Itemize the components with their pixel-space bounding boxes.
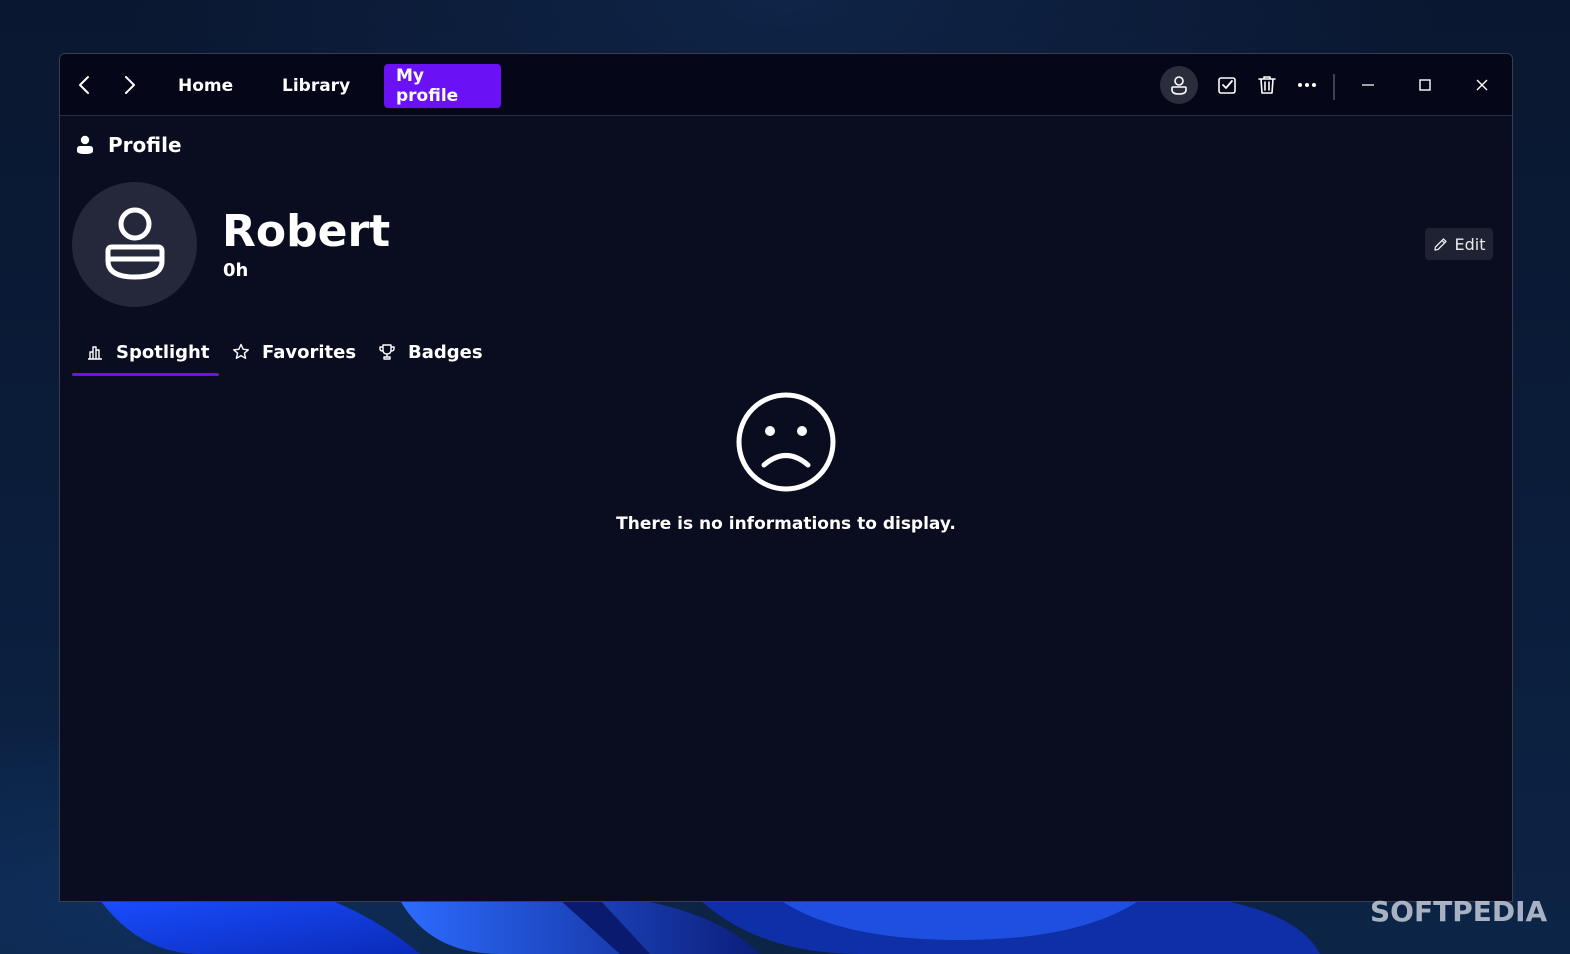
star-icon [233, 343, 249, 359]
person-icon [77, 135, 93, 154]
section-header: Profile [76, 130, 182, 160]
checkbox-icon [1218, 77, 1236, 94]
profile-name: Robert [222, 206, 391, 257]
nav-tab-library[interactable]: Library [270, 64, 362, 108]
back-button[interactable] [72, 72, 98, 98]
tasks-button[interactable] [1212, 70, 1242, 100]
nav-tab-home[interactable]: Home [166, 64, 245, 108]
tab-badges-label: Badges [408, 341, 483, 363]
titlebar-divider [1333, 74, 1335, 100]
profile-avatar [72, 182, 197, 307]
empty-state-message: There is no informations to display. [616, 514, 956, 534]
chevron-right-icon [125, 76, 135, 94]
profile-play-time: 0h [223, 260, 249, 281]
active-tab-indicator [72, 373, 219, 376]
section-title: Profile [108, 133, 182, 157]
sad-face-icon [736, 392, 836, 492]
pencil-icon [1433, 237, 1447, 251]
more-icon [1298, 83, 1316, 87]
delete-button[interactable] [1252, 70, 1282, 100]
softpedia-watermark: SOFTPEDIA [1370, 895, 1548, 928]
chart-icon [88, 346, 102, 360]
app-window: Home Library My profile Profile Robert 0… [59, 53, 1513, 902]
tab-favorites-label: Favorites [262, 341, 357, 363]
more-options-button[interactable] [1292, 70, 1322, 100]
empty-state: There is no informations to display. [60, 390, 1512, 534]
minimize-icon [1362, 84, 1374, 86]
account-button[interactable] [1160, 66, 1198, 104]
trophy-icon [379, 344, 395, 360]
maximize-button[interactable] [1410, 70, 1440, 100]
close-button[interactable] [1467, 70, 1497, 100]
title-bar: Home Library My profile [60, 54, 1512, 116]
maximize-icon [1419, 79, 1431, 91]
tab-badges[interactable]: Badges [378, 330, 483, 374]
tab-favorites[interactable]: Favorites [232, 330, 356, 374]
edit-profile-button[interactable]: Edit [1425, 228, 1493, 260]
close-icon [1476, 79, 1488, 91]
nav-tab-my-profile[interactable]: My profile [384, 64, 501, 108]
trash-icon [1258, 76, 1276, 94]
user-avatar-icon [1171, 76, 1187, 95]
edit-label: Edit [1454, 234, 1486, 254]
user-avatar-icon [105, 207, 164, 280]
forward-button[interactable] [116, 72, 142, 98]
tab-spotlight[interactable]: Spotlight [86, 330, 209, 374]
minimize-button[interactable] [1353, 70, 1383, 100]
chevron-left-icon [79, 76, 89, 94]
tab-spotlight-label: Spotlight [116, 341, 210, 363]
